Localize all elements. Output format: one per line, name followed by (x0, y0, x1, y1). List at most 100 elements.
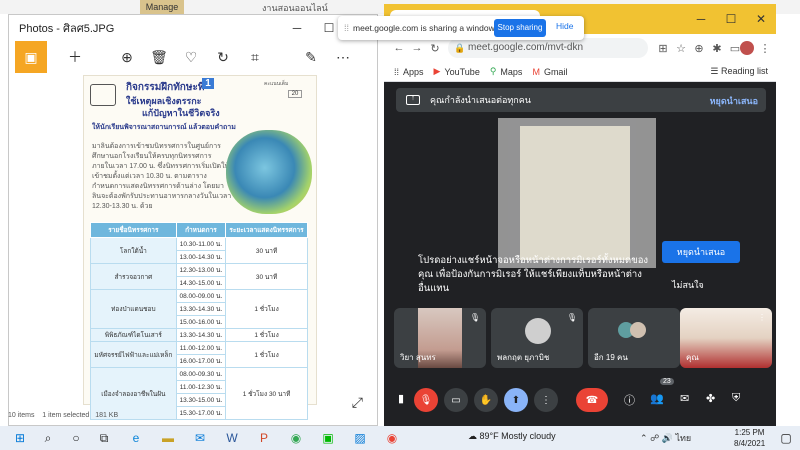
cortana-icon[interactable]: ○ (68, 430, 84, 446)
taskbar-clock[interactable]: 1:25 PM 8/4/2021 (734, 427, 765, 449)
camera-icon[interactable]: ▭ (444, 388, 468, 412)
word-icon[interactable]: W (224, 430, 240, 446)
participant-tile[interactable]: 🎙 พลกฤต ยุภาบิช (491, 308, 583, 368)
more-options-icon[interactable]: ⋮ (534, 388, 558, 412)
close-icon[interactable]: ✕ (746, 4, 776, 34)
bookmark-label: Apps (403, 66, 424, 77)
participant-tile[interactable]: อีก 19 คน (588, 308, 680, 368)
end-call-button[interactable]: ☎ (576, 388, 608, 412)
score-value: 20 (288, 90, 302, 98)
mic-off-icon[interactable]: 🎙 (414, 388, 438, 412)
search-icon[interactable]: ⌕ (40, 430, 56, 446)
reload-icon[interactable]: ↻ (426, 42, 444, 55)
table-cell: มหัศจรรย์ไฟฟ้าและแม่เหล็ก (90, 341, 177, 368)
edit-icon[interactable]: ✎ (295, 41, 327, 73)
edge-icon[interactable]: e (128, 430, 144, 446)
chat-icon[interactable]: ✉ (680, 392, 689, 405)
meet-controls: ▮ 🎙 ▭ ✋ ⬆ ⋮ ☎ ⓘ 👥 23 ✉ ✤ ⛨ (384, 378, 776, 416)
menu-icon[interactable]: ▮ (398, 392, 404, 405)
menu-icon[interactable]: ⋮ (756, 42, 774, 55)
bookmark-apps[interactable]: ⁞⁞ Apps (394, 67, 424, 77)
zoom-icon[interactable]: ⊕ (111, 41, 143, 73)
mail-icon[interactable]: ✉ (192, 430, 208, 446)
table-row: มหัศจรรย์ไฟฟ้าและแม่เหล็ก 11.00-12.00 น.… (90, 341, 308, 368)
lock-icon: 🔒 (454, 43, 466, 53)
minimize-icon[interactable]: ─ (281, 15, 313, 41)
table-cell: 30 นาที (225, 237, 308, 264)
bookmark-maps[interactable]: ⚲ Maps (490, 66, 523, 77)
table-row: สำรวจอวกาศ 12.30-13.00 น. 30 นาที (90, 263, 308, 290)
puzzle-icon[interactable]: ✱ (708, 42, 726, 55)
photos-toolbar: ▣ ＋ ⊕ 🗑 ♡ ↻ ⌗ ✎ ⋯ (9, 41, 377, 73)
host-controls-icon[interactable]: ⛨ (732, 392, 740, 405)
bookmark-label: Gmail (543, 66, 568, 77)
thumbnail-icon[interactable]: ▣ (15, 41, 47, 73)
chrome-icon[interactable]: ◉ (288, 430, 304, 446)
worksheet-instruction: ให้นักเรียนพิจารณาสถานการณ์ แล้วตอบคำถาม (92, 124, 236, 131)
system-tray[interactable]: ⌃ ☍ 🔊 ไทย (640, 431, 691, 445)
install-icon[interactable]: ⊞ (654, 42, 672, 55)
info-icon[interactable]: ⓘ (624, 392, 635, 408)
participant-tile[interactable]: 🎙 วิยา สุนทร (394, 308, 486, 368)
reading-list[interactable]: ☰ Reading list (710, 66, 768, 77)
delete-icon[interactable]: 🗑 (143, 41, 175, 73)
profile-avatar[interactable] (740, 41, 754, 55)
photos-title: Photos - ศิลศ5.JPG (19, 23, 115, 35)
score-label: คะแนนเต็ม (264, 81, 289, 87)
manage-tab[interactable]: Manage (140, 0, 184, 14)
keyboard-language[interactable]: ไทย (675, 433, 691, 443)
stop-presenting-button[interactable]: หยุดนำเสนอ (662, 241, 740, 263)
minimize-icon[interactable]: ─ (686, 4, 716, 34)
maximize-icon[interactable]: ☐ (716, 4, 746, 34)
weather-widget[interactable]: ☁ 89°F Mostly cloudy (468, 431, 556, 442)
people-icon[interactable]: 👥 (650, 392, 664, 405)
line-icon[interactable]: ▣ (320, 430, 336, 446)
status-items: 10 items (8, 412, 35, 419)
bookmarks-bar: ⁞⁞ Apps ▶ YouTube ⚲ Maps M Gmail ☰ Readi… (384, 62, 776, 82)
network-icon[interactable]: ☍ (650, 433, 659, 443)
hide-button[interactable]: Hide (556, 21, 573, 31)
dismiss-warning-link[interactable]: ไม่สนใจ (672, 278, 704, 292)
crop-icon[interactable]: ⌗ (239, 41, 271, 73)
raise-hand-icon[interactable]: ✋ (474, 388, 498, 412)
file-explorer-icon[interactable]: ▬ (160, 430, 176, 446)
start-icon[interactable]: ⊞ (12, 430, 28, 446)
chrome-icon[interactable]: ◉ (384, 430, 400, 446)
rotate-icon[interactable]: ↻ (207, 41, 239, 73)
bookmark-label: Maps (500, 66, 523, 77)
more-icon[interactable]: ⋯ (327, 41, 359, 73)
table-cell: 13.00-14.30 น. (175, 250, 227, 264)
extension-icon[interactable]: ⊕ (690, 42, 708, 55)
clock-time: 1:25 PM (734, 428, 765, 437)
more-icon[interactable]: ⋮ (758, 313, 766, 322)
powerpoint-icon[interactable]: P (256, 430, 272, 446)
fullscreen-icon[interactable]: ⤢ (352, 394, 363, 411)
star-icon[interactable]: ☆ (672, 42, 690, 55)
participant-tile[interactable]: ⋮ คุณ (680, 308, 772, 368)
table-cell: 1 ชั่วโมง 30 นาที (225, 367, 308, 420)
table-cell: โลกใต้น้ำ (90, 237, 177, 264)
drag-handle-icon[interactable]: ⁞⁞ (344, 23, 349, 33)
notification-icon[interactable]: ▢ (778, 430, 794, 446)
participant-name: พลกฤต ยุภาบิช (497, 353, 550, 362)
add-icon[interactable]: ＋ (59, 41, 91, 73)
heart-icon[interactable]: ♡ (175, 41, 207, 73)
task-view-icon[interactable]: ⧉ (96, 430, 112, 446)
present-now-icon[interactable]: ⬆ (504, 388, 528, 412)
stop-sharing-button[interactable]: Stop sharing (494, 19, 546, 37)
chevron-up-icon[interactable]: ⌃ (640, 433, 648, 443)
bookmark-gmail[interactable]: M Gmail (532, 67, 567, 77)
activities-icon[interactable]: ✤ (706, 392, 715, 405)
back-icon[interactable]: ← (390, 42, 408, 54)
status-selected: 1 item selected (42, 412, 90, 419)
address-bar[interactable]: 🔒 meet.google.com/mvt-dkn (448, 38, 648, 58)
stop-presenting-link[interactable]: หยุดนำเสนอ (710, 94, 758, 108)
photos-icon[interactable]: ▨ (352, 430, 368, 446)
forward-icon[interactable]: → (408, 42, 426, 54)
volume-icon[interactable]: 🔊 (662, 433, 673, 443)
table-cell: 13.30-14.30 น. (175, 328, 227, 342)
table-cell: พิพิธภัณฑ์ไดโนเสาร์ (90, 328, 177, 342)
table-cell: 13.30-15.00 น. (175, 393, 227, 407)
reading-list-label: Reading list (720, 66, 768, 76)
bookmark-youtube[interactable]: ▶ YouTube (434, 66, 480, 77)
